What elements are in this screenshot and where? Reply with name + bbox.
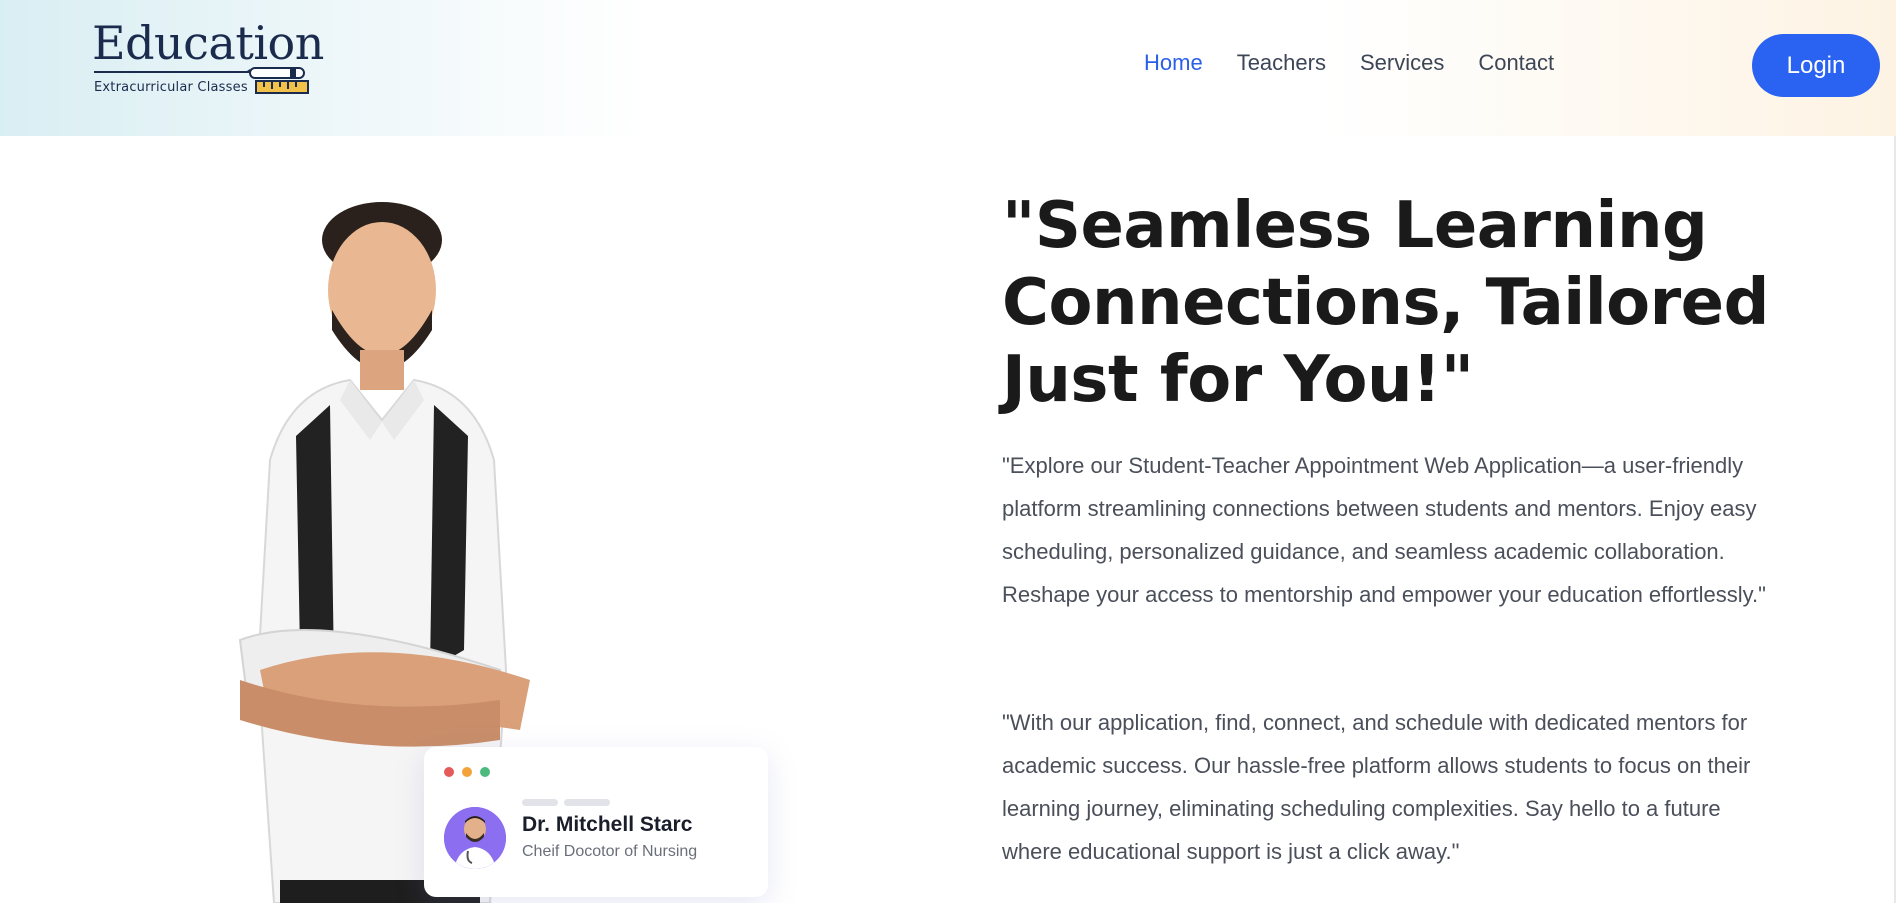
login-button[interactable]: Login [1752, 34, 1880, 97]
nav-services[interactable]: Services [1360, 50, 1444, 76]
brand-logo[interactable]: Education Extracurricular Classes [92, 16, 324, 102]
placeholder-bar [564, 799, 610, 806]
red-dot-icon [444, 767, 454, 777]
site-header: Education Extracurricular Classes Home T… [0, 0, 1896, 136]
nav-teachers[interactable]: Teachers [1237, 50, 1326, 76]
avatar [444, 807, 506, 869]
hero-paragraph-2: "With our application, find, connect, an… [1002, 710, 1751, 864]
hero-paragraph-1: "Explore our Student-Teacher Appointment… [1002, 453, 1766, 607]
placeholder-bars [522, 799, 610, 806]
brand-subtitle: Extracurricular Classes [94, 80, 248, 95]
teacher-role: Cheif Docotor of Nursing [522, 843, 698, 860]
main-nav: Home Teachers Services Contact [1144, 50, 1554, 76]
brand-underline [94, 71, 252, 73]
window-dots [444, 767, 490, 777]
teacher-profile-card[interactable]: Dr. Mitchell Starc Cheif Docotor of Nurs… [424, 747, 768, 897]
nav-home[interactable]: Home [1144, 50, 1203, 76]
brand-title: Education [92, 16, 324, 70]
orange-dot-icon [462, 767, 472, 777]
hero-headline: "Seamless Learning Connections, Tailored… [1002, 189, 1769, 417]
doctor-avatar-icon [444, 807, 506, 869]
green-dot-icon [480, 767, 490, 777]
teacher-name: Dr. Mitchell Starc [522, 813, 693, 836]
nav-contact[interactable]: Contact [1478, 50, 1554, 76]
placeholder-bar [522, 799, 558, 806]
pencil-ruler-icon [246, 67, 309, 94]
